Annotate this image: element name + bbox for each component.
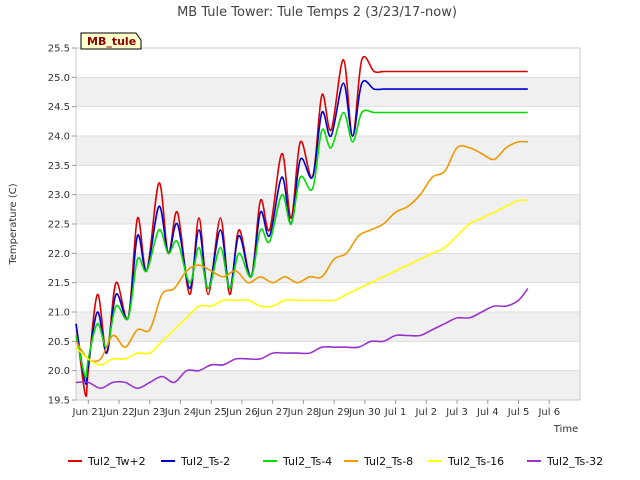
y-tick-label: 23.0 — [48, 190, 70, 201]
y-tick-label: 22.0 — [48, 249, 70, 260]
y-tick-label: 24.0 — [48, 132, 70, 143]
y-tick-label: 20.5 — [48, 337, 70, 348]
x-tick-label: Jun 27 — [256, 407, 289, 418]
chart-title: MB Tule Tower: Tule Temps 2 (3/23/17-now… — [177, 5, 457, 20]
x-tick-label: Jun 24 — [164, 407, 197, 418]
legend-label-tul2-ts-2: Tul2_Ts-2 — [180, 455, 230, 468]
y-tick-label: 21.5 — [48, 278, 70, 289]
x-tick-label: Jun 29 — [317, 407, 350, 418]
x-tick-label: Jul 3 — [445, 407, 468, 418]
site-badge: MB_tule — [80, 32, 142, 50]
x-tick-label: Jun 28 — [287, 407, 320, 418]
series-line-tul2-tw-2 — [75, 55, 528, 397]
plot-band — [76, 370, 580, 400]
x-axis-ticks: Jun 21 Jun 22 Jun 23 Jun 24 Jun 25 Jun 26 Jun … — [72, 400, 560, 418]
x-tick-label: Jul 4 — [476, 407, 499, 418]
x-tick-label: Jul 2 — [415, 407, 438, 418]
legend-label-tul2-ts-16: Tul2_Ts-16 — [447, 455, 504, 468]
y-tick-label: 24.5 — [48, 102, 70, 113]
y-axis-label: Temperature (C) — [8, 183, 19, 265]
x-tick-label: Jun 23 — [133, 407, 166, 418]
y-tick-label: 20.0 — [48, 366, 70, 377]
plot-band — [76, 77, 580, 107]
plot-band — [76, 136, 580, 166]
x-tick-label: Jul 1 — [384, 407, 407, 418]
x-axis-label: Time — [553, 424, 578, 435]
x-tick-label: Jul 5 — [507, 407, 530, 418]
y-tick-label: 23.5 — [48, 161, 70, 172]
legend-label-tul2-ts-32: Tul2_Ts-32 — [546, 455, 603, 468]
legend-label-tul2-tw-2: Tul2_Tw+2 — [87, 455, 146, 468]
y-tick-label: 19.5 — [48, 396, 70, 407]
x-tick-label: Jun 26 — [225, 407, 258, 418]
x-tick-label: Jun 25 — [194, 407, 227, 418]
x-tick-label: Jul 6 — [537, 407, 560, 418]
x-tick-label: Jun 30 — [348, 407, 381, 418]
legend-label-tul2-ts-4: Tul2_Ts-4 — [282, 455, 332, 468]
legend-label-tul2-ts-8: Tul2_Ts-8 — [363, 455, 413, 468]
y-tick-label: 25.5 — [48, 44, 70, 55]
line-chart: MB Tule Tower: Tule Temps 2 (3/23/17-now… — [8, 5, 603, 468]
series-lines — [75, 55, 529, 397]
plot-band — [76, 194, 580, 224]
x-tick-label: Jun 21 — [72, 407, 105, 418]
x-tick-label: Jun 22 — [102, 407, 135, 418]
y-tick-label: 21.0 — [48, 308, 70, 319]
y-tick-label: 22.5 — [48, 220, 70, 231]
site-badge-label: MB_tule — [87, 35, 136, 48]
y-tick-label: 25.0 — [48, 73, 70, 84]
y-axis-ticks: 19.5 20.0 20.5 21.0 21.5 22.0 22.5 23.0 23.5 24.0… — [48, 44, 76, 407]
legend: Tul2_Tw+2 Tul2_Ts-2 Tul2_Ts-4 Tul2_Ts-8 Tul2… — [68, 455, 603, 468]
